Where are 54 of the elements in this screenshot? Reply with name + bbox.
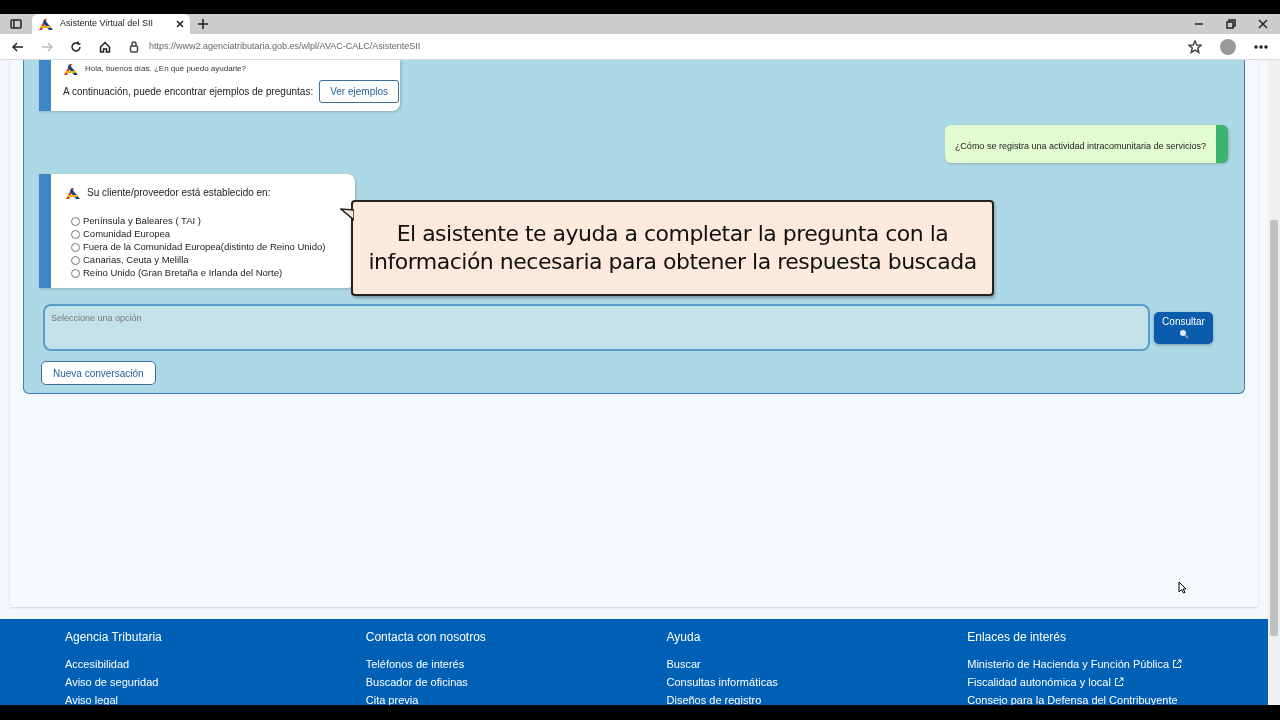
radio-button[interactable] (71, 269, 80, 278)
radio-button[interactable] (71, 243, 80, 252)
footer-link[interactable]: Buscar (666, 655, 701, 673)
tab-actions-icon[interactable] (10, 18, 22, 30)
footer-link[interactable]: Aviso de seguridad (65, 673, 159, 691)
more-icon[interactable] (1254, 44, 1268, 49)
lock-icon[interactable] (129, 40, 139, 53)
mouse-cursor-icon (1178, 581, 1187, 594)
greeting-text: Hola, buenos días. ¿En qué puedo ayudarle? (85, 63, 246, 75)
radio-button[interactable] (71, 230, 80, 239)
radio-button[interactable] (71, 256, 80, 265)
restore-icon[interactable] (1226, 19, 1236, 29)
footer-heading: Contacta con nosotros (365, 629, 487, 646)
scrollbar[interactable] (1268, 60, 1280, 705)
close-icon[interactable] (1258, 19, 1268, 29)
favorites-icon[interactable] (1188, 39, 1202, 54)
footer-heading: Agencia Tributaria (65, 629, 163, 646)
plus-icon[interactable] (198, 19, 208, 29)
question-text: Su cliente/proveedor está establecido en: (87, 186, 271, 200)
url-text: https://www2.agenciatributaria.gob.es/wlpl/AVAC-CALC/AsistenteSII (149, 39, 421, 53)
logo-icon (38, 17, 54, 31)
external-link-icon (1113, 677, 1124, 687)
footer-link[interactable]: Ministerio de Hacienda y Función Pública (967, 655, 1183, 673)
external-link-icon (1172, 659, 1183, 669)
footer-link[interactable]: Fiscalidad autonómica y local (967, 673, 1124, 691)
option-label: Canarias, Ceuta y Melilla (83, 253, 189, 268)
consult-button[interactable]: Consultar (1154, 311, 1213, 344)
logo-icon (63, 62, 79, 76)
prompt-text: A continuación, puede encontrar ejemplos de preguntas: (63, 85, 314, 99)
footer-link[interactable]: Buscador de oficinas (365, 673, 468, 691)
option-label: Península y Baleares ( TAI ) (83, 214, 201, 229)
logo-icon (65, 185, 81, 200)
tab-title: Asistente Virtual del SII (60, 17, 154, 31)
option-label: Fuera de la Comunidad Europea(distinto de Reino Unido) (83, 240, 326, 255)
message-input-field[interactable]: Seleccione una opción (43, 304, 1150, 351)
examples-button[interactable]: Ver ejemplos (319, 80, 399, 103)
reload-icon[interactable] (70, 40, 82, 53)
option-label: Comunidad Europea (83, 227, 171, 242)
footer-heading: Ayuda (666, 629, 702, 646)
profile-avatar[interactable] (1220, 38, 1236, 55)
footer-link[interactable]: Consultas informáticas (666, 673, 778, 691)
home-icon[interactable] (99, 40, 111, 53)
back-icon[interactable] (12, 40, 24, 53)
footer-link[interactable]: Accesibilidad (65, 655, 130, 673)
search-icon (1178, 328, 1189, 339)
new-conversation-button[interactable]: Nueva conversación (41, 361, 156, 385)
footer-heading: Enlaces de interés (967, 629, 1067, 646)
option-label: Reino Unido (Gran Bretaña e Irlanda del Norte) (83, 266, 283, 281)
radio-button[interactable] (71, 217, 80, 226)
message-text: ¿Cómo se registra una actividad intracomunitaria de servicios? (954, 141, 1206, 151)
close-icon[interactable] (176, 20, 184, 28)
footer-link[interactable]: Teléfonos de interés (365, 655, 465, 673)
callout-text: El asistente te ayuda a completar la pregunta con la información necesaria para obtener la respuesta buscada (367, 220, 978, 276)
browser-tab[interactable]: Asistente Virtual del SII (32, 14, 190, 34)
